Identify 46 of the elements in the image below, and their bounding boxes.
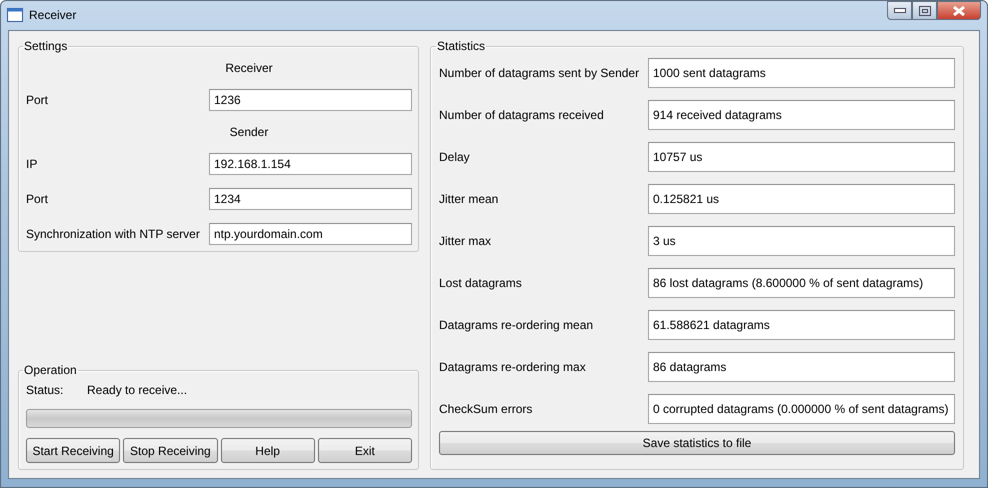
statistic-field[interactable]: 86 lost datagrams (8.600000 % of sent datagrams): [648, 268, 955, 298]
statistic-field[interactable]: 0 corrupted datagrams (0.000000 % of sent datagrams): [648, 394, 955, 424]
statistic-label: Jitter max: [439, 234, 492, 248]
window-title: Receiver: [29, 8, 76, 22]
input-field[interactable]: 1236: [209, 89, 412, 111]
input-field[interactable]: 192.168.1.154: [209, 153, 412, 175]
statistic-label: Lost datagrams: [439, 276, 523, 290]
action-button[interactable]: Help: [220, 438, 315, 463]
input-field[interactable]: 1234: [209, 188, 412, 210]
save-statistics-button[interactable]: Save statistics to file: [439, 431, 955, 455]
action-button[interactable]: Stop Receiving: [123, 438, 218, 463]
statistic-field[interactable]: 0.125821 us: [648, 184, 955, 214]
statistic-field[interactable]: 3 us: [648, 226, 955, 256]
statistic-label: Delay: [439, 150, 471, 164]
section-heading: Sender: [228, 124, 270, 140]
action-button[interactable]: Start Receiving: [26, 438, 120, 463]
field-label: IP: [26, 157, 38, 171]
window-icon: [7, 8, 23, 22]
statistic-label: Datagrams re-ordering max: [439, 360, 587, 374]
statistic-label: Number of datagrams sent by Sender: [439, 66, 640, 80]
close-button[interactable]: [937, 1, 981, 20]
field-label: Synchronization with NTP server: [26, 227, 201, 241]
statistic-field[interactable]: 86 datagrams: [648, 352, 955, 382]
group-title: Operation: [23, 363, 78, 377]
status-text: Ready to receive...: [87, 383, 188, 399]
close-icon: [952, 6, 966, 16]
statistic-label: Number of datagrams received: [439, 108, 605, 122]
action-button[interactable]: Exit: [318, 438, 412, 463]
field-label: Port: [26, 192, 50, 206]
group-title: Settings: [23, 39, 68, 53]
statistic-field[interactable]: 1000 sent datagrams: [648, 58, 955, 88]
group-title: Statistics: [436, 39, 486, 53]
minimize-icon: [894, 8, 906, 14]
minimize-button[interactable]: [887, 1, 912, 20]
statistic-label: Jitter mean: [439, 192, 500, 206]
statistic-field[interactable]: 914 received datagrams: [648, 100, 955, 130]
statistic-label: CheckSum errors: [439, 402, 534, 416]
statistic-field[interactable]: 10757 us: [648, 142, 955, 172]
section-heading: Receiver: [224, 60, 274, 76]
field-label: Port: [26, 93, 50, 107]
input-field[interactable]: ntp.yourdomain.com: [209, 223, 412, 245]
statistic-label: Datagrams re-ordering mean: [439, 318, 594, 332]
statistic-field[interactable]: 61.588621 datagrams: [648, 310, 955, 340]
status-label: Status:: [26, 383, 64, 399]
maximize-icon: [918, 6, 930, 16]
maximize-button[interactable]: [912, 1, 937, 20]
